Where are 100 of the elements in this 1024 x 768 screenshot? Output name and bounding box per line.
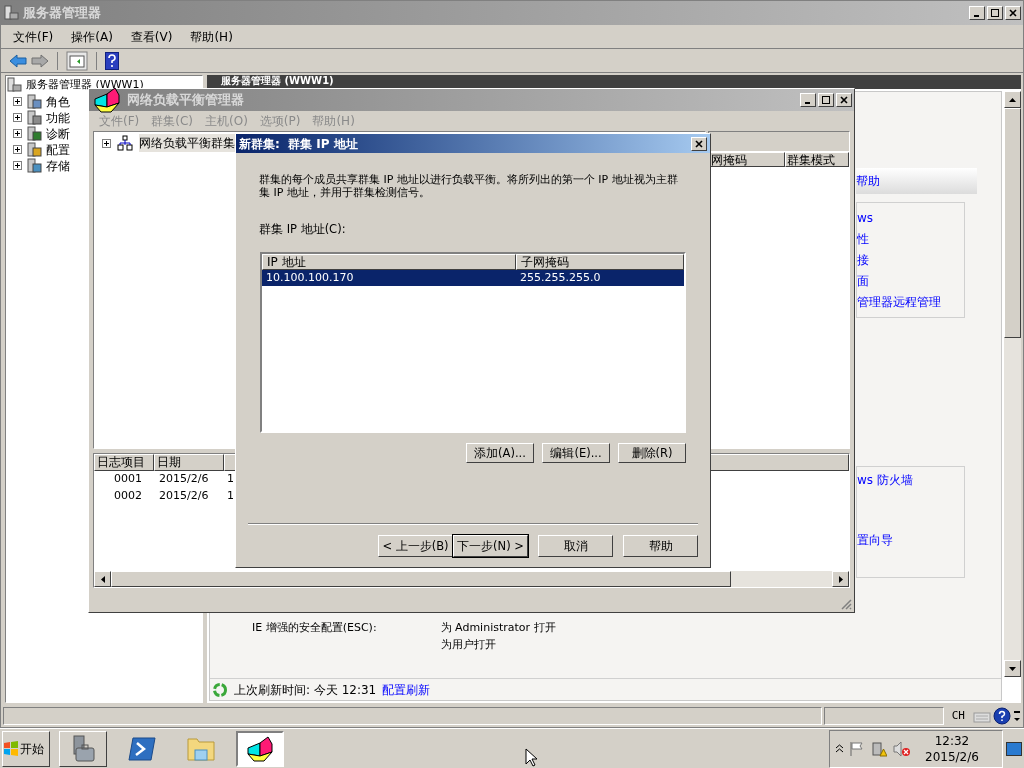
help-icon[interactable] [105,51,119,70]
vertical-scrollbar[interactable] [1004,91,1021,677]
ip-address: 10.100.100.170 [265,270,355,286]
help-icon[interactable] [993,707,1011,725]
start-button[interactable]: 开始 [2,730,50,767]
refresh-icon[interactable] [212,681,228,698]
muted-speaker-icon[interactable] [893,740,911,757]
setting-label: IE 增强的安全配置(ESC): [252,620,377,636]
server-icon [6,77,22,94]
task-link[interactable]: 面 [857,272,964,290]
panel-toggle-icon[interactable] [66,50,88,71]
server-icon [3,5,19,21]
clock-date[interactable]: 2015/2/6 [925,748,979,765]
wizard-button[interactable]: 下一步(N) > [453,535,528,558]
menu-item[interactable]: 帮助(H) [182,27,241,46]
refresh-status: 上次刷新时间: 今天 12:31 [234,681,377,699]
server-icon [26,141,42,158]
table-cell-text: 2015/2/6 [158,471,210,488]
close-button[interactable] [1005,6,1021,20]
close-icon [695,139,703,148]
wizard-button[interactable]: 取消 [538,535,613,558]
expand-icon[interactable] [102,138,111,148]
maximize-icon [991,9,999,17]
window-title: 服务器管理器 [23,4,101,23]
show-desktop-icon[interactable] [1006,741,1022,756]
ip-address-list[interactable]: IP 地址 子网掩码 10.100.100.170 255.255.255.0 [260,252,686,434]
list-action-button[interactable]: 删除(R) [618,443,686,464]
dialog-title: 新群集: 群集 IP 地址 [239,135,358,153]
clock-time[interactable]: 12:32 [934,732,970,749]
task-link[interactable]: ws [857,209,964,227]
flag-icon[interactable] [849,740,865,757]
expand-icon[interactable] [13,113,22,122]
column-header[interactable]: 群集模式 [785,152,849,167]
task-link[interactable]: 接 [857,251,964,269]
shell-icon [127,735,157,762]
task-link[interactable]: 置向导 [857,531,964,549]
list-row[interactable]: 10.100.100.170 255.255.255.0 [262,270,684,287]
subnet-mask: 255.255.255.0 [519,270,601,286]
table-cell-text: 2015/2/6 [158,488,210,505]
tree-item[interactable]: 服务器管理器 (WWW1) [26,77,144,94]
forward-arrow-icon[interactable] [31,53,49,68]
server-icon [26,109,42,126]
table-cell-text: 1 [226,471,234,488]
tree-item[interactable]: 配置 [46,140,70,159]
tree-item[interactable]: 网络负载平衡群集 [139,134,235,152]
column-header[interactable]: 日期 [154,454,224,471]
wizard-button[interactable]: < 上一步(B) [378,535,453,558]
expand-icon[interactable] [13,97,22,106]
list-label: 群集 IP 地址(C): [259,221,347,238]
expand-icon[interactable] [13,145,22,154]
scroll-left-icon[interactable] [100,575,105,583]
close-icon [1009,9,1017,17]
menu-item[interactable]: 文件(F) [5,27,62,46]
network-warning-icon[interactable] [871,740,887,757]
task-link[interactable]: ws 防火墙 [857,471,964,489]
help-link[interactable]: 帮助 [856,172,880,190]
column-header[interactable]: 日志项目 [94,454,154,471]
expand-icon[interactable] [13,129,22,138]
description-text: 群集的每个成员共享群集 IP 地址以进行负载平衡。将所列出的第一个 IP 地址视为主群集 IP 地址，并用于群集检测信号。 [259,173,679,199]
resize-grip-icon[interactable] [840,598,852,610]
expand-icon[interactable] [13,161,22,170]
scroll-right-icon[interactable] [838,575,843,583]
column-header[interactable]: 子网掩码 [516,254,684,271]
tree-item[interactable]: 角色 [46,92,70,111]
maximize-button[interactable] [987,6,1003,20]
list-action-button[interactable]: 编辑(E)... [542,443,610,464]
tree-item[interactable]: 诊断 [46,124,70,143]
close-button[interactable] [836,93,852,107]
task-link[interactable]: 性 [857,230,964,248]
back-arrow-icon[interactable] [9,53,27,68]
horizontal-scrollbar[interactable] [94,571,849,587]
minimize-button[interactable] [969,6,985,20]
server-icon [26,125,42,142]
drive-icon [26,157,42,174]
column-header[interactable]: IP 地址 [262,254,516,271]
window-title: 网络负载平衡管理器 [127,91,244,110]
table-cell-text: 1 [226,488,234,505]
wizard-button[interactable]: 帮助 [623,535,698,558]
close-button[interactable] [691,136,707,151]
list-action-button[interactable]: 添加(A)... [466,443,534,464]
options-icon[interactable] [1013,709,1021,723]
tree-item[interactable]: 存储 [46,156,70,175]
maximize-icon [822,96,830,104]
refresh-link[interactable]: 配置刷新 [382,680,431,699]
menu-item[interactable]: 查看(V) [122,27,181,46]
server-icon [26,93,42,110]
minimize-button[interactable] [800,93,816,107]
table-cell-text: 0001 [113,471,143,488]
setting-value: 为 Administrator 打开 [440,620,556,636]
windows-logo-icon [3,740,19,757]
language-indicator[interactable]: CH [945,707,971,725]
taskbar-button[interactable] [236,730,284,767]
menu-item[interactable]: 操作(A) [63,27,121,46]
task-link[interactable]: 管理器远程管理 [857,293,964,311]
scroll-up-icon[interactable] [1009,97,1016,102]
scroll-down-icon[interactable] [1009,666,1016,671]
setting-value: 为用户打开 [440,636,497,653]
tree-item[interactable]: 功能 [46,108,70,127]
maximize-button[interactable] [818,93,834,107]
chevron-up-icon[interactable] [836,744,843,753]
